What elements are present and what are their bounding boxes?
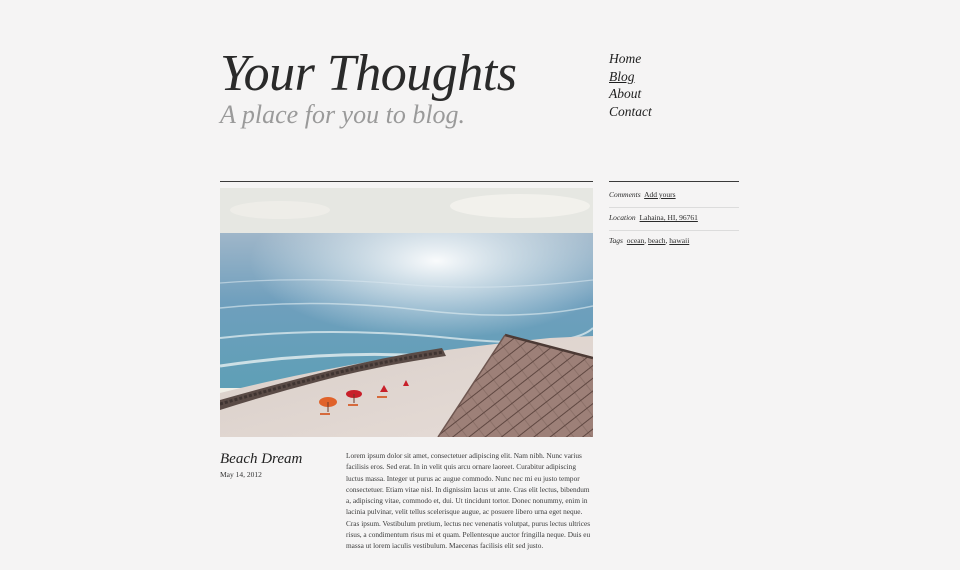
nav-item-home[interactable]: Home — [609, 50, 652, 68]
sidebar-divider — [609, 181, 739, 182]
nav-item-about[interactable]: About — [609, 85, 652, 103]
tag-link-ocean[interactable]: ocean — [627, 236, 645, 245]
meta-location: Location Lahaina, HI, 96761 — [609, 212, 739, 223]
site-tagline: A place for you to blog. — [220, 100, 466, 129]
tag-link-beach[interactable]: beach — [648, 236, 666, 245]
site-title[interactable]: Your Thoughts — [220, 46, 517, 102]
post-date: May 14, 2012 — [220, 470, 262, 479]
location-label: Location — [609, 213, 636, 222]
add-comment-link[interactable]: Add yours — [644, 190, 675, 199]
tag-link-hawaii[interactable]: hawaii — [669, 236, 689, 245]
comments-label: Comments — [609, 190, 641, 199]
tags-label: Tags — [609, 236, 623, 245]
nav-item-blog[interactable]: Blog — [609, 68, 652, 86]
main-nav: Home Blog About Contact — [609, 50, 652, 121]
location-link[interactable]: Lahaina, HI, 96761 — [640, 213, 698, 222]
meta-separator — [609, 230, 739, 231]
meta-tags: Tags ocean, beach, hawaii — [609, 236, 690, 245]
content-divider — [220, 181, 593, 182]
nav-item-contact[interactable]: Contact — [609, 103, 652, 121]
meta-separator — [609, 207, 739, 208]
meta-comments: Comments Add yours — [609, 189, 739, 200]
post-body: Lorem ipsum dolor sit amet, consectetuer… — [346, 451, 591, 551]
post-title[interactable]: Beach Dream — [220, 450, 302, 468]
beach-scene-illustration — [220, 188, 593, 437]
post-hero-image[interactable] — [220, 188, 593, 437]
